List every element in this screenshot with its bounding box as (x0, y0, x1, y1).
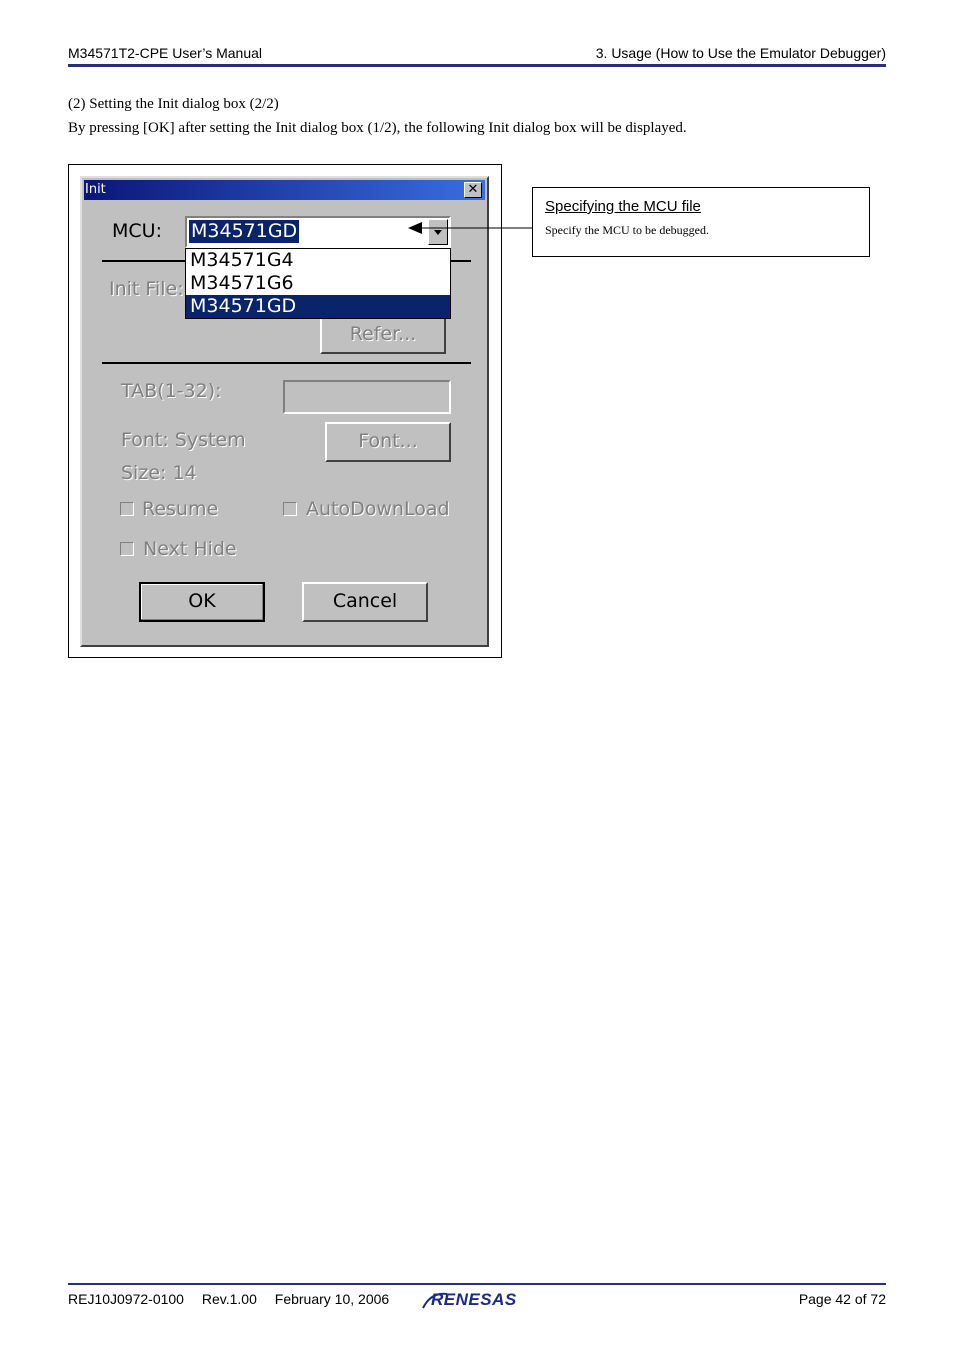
tab-input[interactable] (283, 380, 451, 414)
ok-button[interactable]: OK (139, 582, 265, 622)
callout-box: Specifying the MCU file Specify the MCU … (532, 187, 870, 257)
next-hide-label: Next Hide (143, 538, 237, 560)
next-hide-checkbox[interactable] (120, 542, 134, 556)
footer-rule (68, 1283, 886, 1285)
tab-label: TAB(1-32): (121, 380, 222, 402)
renesas-logo: RENESAS (421, 1288, 533, 1312)
callout-title: Specifying the MCU file (545, 198, 701, 215)
autodownload-checkbox[interactable] (283, 502, 297, 516)
resume-label: Resume (142, 498, 219, 520)
cancel-button[interactable]: Cancel (302, 582, 428, 622)
refer-button[interactable]: Refer... (320, 316, 446, 354)
footer-date: February 10, 2006 (274, 1291, 390, 1307)
autodownload-label: AutoDownLoad (306, 498, 450, 520)
font-button[interactable]: Font... (325, 422, 451, 462)
font-label: Font: System (121, 429, 246, 451)
callout-body: Specify the MCU to be debugged. (545, 223, 709, 237)
separator-bottom (102, 362, 471, 364)
size-label: Size: 14 (121, 462, 197, 484)
footer-doc-id: REJ10J0972-0100 (68, 1291, 184, 1307)
footer-page-number: Page 42 of 72 (798, 1291, 886, 1307)
footer-revision: Rev.1.00 (201, 1291, 257, 1307)
resume-checkbox[interactable] (120, 502, 134, 516)
logo-text: RENESAS (431, 1290, 517, 1309)
footer-doc-info: REJ10J0972-0100 Rev.1.00 February 10, 20… (68, 1291, 403, 1307)
